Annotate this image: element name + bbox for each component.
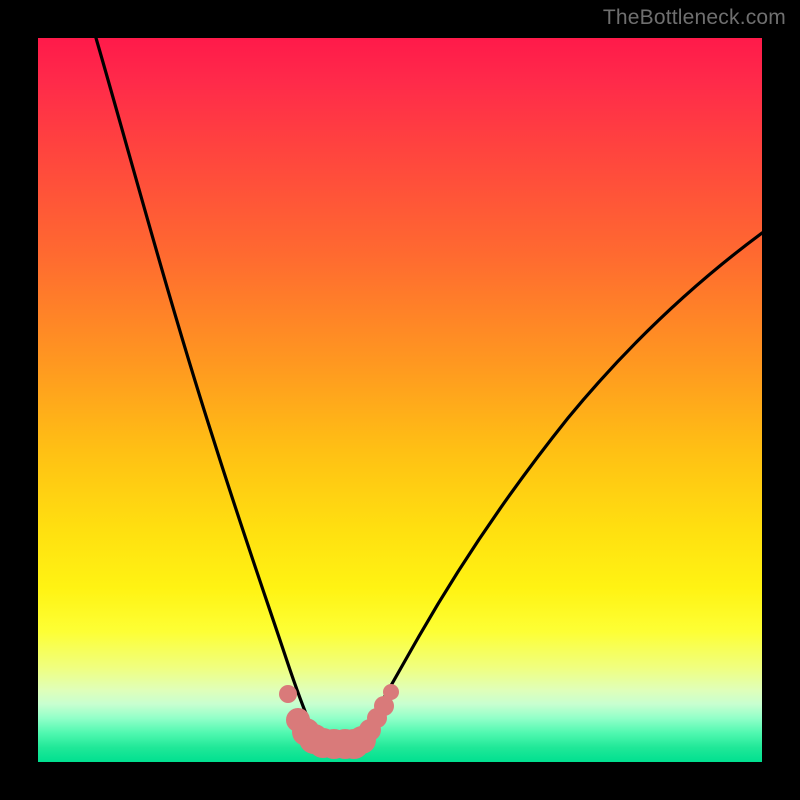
watermark-text: TheBottleneck.com xyxy=(603,6,786,30)
marker-dot xyxy=(383,684,399,700)
plot-area xyxy=(38,38,762,762)
marker-dot xyxy=(279,685,297,703)
marker-layer xyxy=(279,684,399,759)
left-curve xyxy=(96,38,322,742)
chart-svg xyxy=(38,38,762,762)
curve-layer xyxy=(96,38,762,745)
right-curve xyxy=(356,233,762,742)
chart-frame: TheBottleneck.com xyxy=(0,0,800,800)
